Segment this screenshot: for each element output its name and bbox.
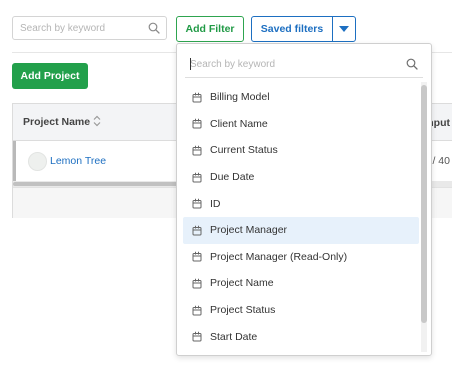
field-icon [192,225,202,236]
search-icon [148,22,160,34]
filter-option-label: Start Date [210,330,258,343]
field-icon [192,172,202,183]
text-cursor [190,58,191,70]
dropdown-search-input[interactable] [190,57,390,72]
saved-filters-button[interactable]: Saved filters [251,16,333,42]
caret-down-icon [339,26,349,32]
filter-option[interactable]: Project Status [183,297,419,324]
search-box[interactable] [12,16,167,40]
filter-dropdown: Billing Model Client Name Current Status Du… [176,43,432,356]
filter-option[interactable]: Project Name [183,270,419,297]
filter-option-label: Due Date [210,171,255,184]
filter-option-label: Client Name [210,117,268,130]
filter-option[interactable]: Billing Model [183,84,419,111]
filter-option[interactable]: Project Manager (Read-Only) [183,244,419,271]
filter-option-label: Project Manager (Read-Only) [210,250,348,263]
filter-option[interactable]: ID [183,190,419,217]
field-icon [192,305,202,316]
field-icon [192,145,202,156]
search-icon [406,58,418,70]
add-filter-button[interactable]: Add Filter [176,16,244,42]
filter-option[interactable]: Client Name [183,111,419,138]
column-header-project-name[interactable]: Project Name [23,116,90,128]
avatar [28,152,47,171]
filter-option-label: Billing Model [210,91,270,104]
add-project-button[interactable]: Add Project [12,63,88,89]
filter-option-label: Project Manager [210,224,288,237]
filter-option[interactable]: Project Manager [183,216,419,244]
field-icon [192,331,202,342]
dropdown-search[interactable] [185,52,423,78]
field-icon [192,198,202,209]
project-link[interactable]: Lemon Tree [50,155,106,167]
filter-option-label: Project Name [210,277,274,290]
filter-option-label: Project Status [210,304,276,317]
filter-option-label: ID [210,197,221,210]
field-icon [192,119,202,129]
scrollbar-thumb[interactable] [421,85,427,323]
sort-icon[interactable] [92,115,102,127]
filter-options-list: Billing Model Client Name Current Status Du… [183,84,419,350]
search-input[interactable] [20,21,140,36]
field-icon [192,278,202,289]
dropdown-scrollbar[interactable] [421,82,427,352]
filter-option[interactable]: Due Date [183,164,419,191]
filter-option[interactable]: Current Status [183,137,419,164]
scrollbar-thumb[interactable] [13,182,193,186]
filter-option-label: Current Status [210,144,278,157]
saved-filters-dropdown-toggle[interactable] [332,16,356,42]
field-icon [192,252,202,262]
field-icon [192,92,202,103]
filter-option[interactable]: Start Date [183,323,419,350]
